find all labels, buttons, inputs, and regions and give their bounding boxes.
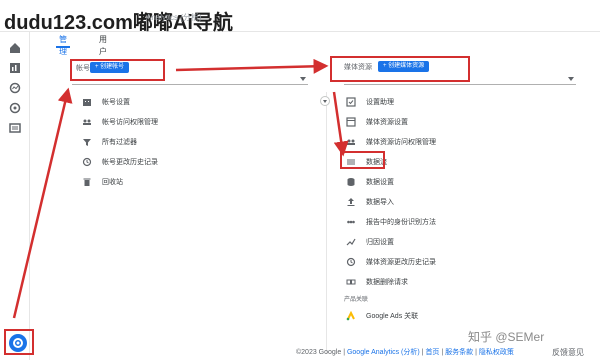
trash-item[interactable]: 回收站 [80, 172, 320, 192]
column-divider [326, 92, 327, 354]
data-settings-item[interactable]: 数据设置 [344, 172, 584, 192]
reporting-identity-label: 报告中的身份识别方法 [366, 219, 436, 226]
property-history-label: 媒体资源更改历史记录 [366, 259, 436, 266]
attribution-settings-label: 归因设置 [366, 239, 394, 246]
footer: ©2023 Google | Google Analytics (分析) | 首… [296, 349, 514, 356]
list-icon[interactable] [9, 122, 21, 134]
trash-label: 回收站 [102, 179, 123, 186]
filter-icon [80, 137, 94, 147]
property-history-item[interactable]: 媒体资源更改历史记录 [344, 252, 584, 272]
setup-assistant-label: 设置助理 [366, 99, 394, 106]
attribution-icon [344, 237, 358, 247]
reporting-identity-item[interactable]: 报告中的身份识别方法 [344, 212, 584, 232]
chevron-down-icon [300, 77, 306, 81]
left-nav-rail [0, 32, 30, 360]
arrow-to-data-streams [332, 91, 349, 157]
account-label: 帐号 [76, 65, 90, 72]
create-property-button[interactable]: + 创建媒体资源 [378, 61, 430, 72]
property-selector[interactable] [344, 75, 576, 85]
product-name-faint: Analytics (分析) [146, 13, 202, 22]
zhihu-watermark: 知乎 @SEMer [468, 330, 545, 344]
account-history-item[interactable]: 帐号更改历史记录 [80, 152, 320, 172]
account-selector[interactable] [72, 75, 308, 85]
data-import-label: 数据导入 [366, 199, 394, 206]
footer-tos-link[interactable]: 服务条款 [445, 349, 473, 356]
database-icon [344, 177, 358, 187]
setup-assistant-item[interactable]: 设置助理 [344, 92, 584, 112]
property-settings-item[interactable]: 媒体资源设置 [344, 112, 584, 132]
upload-icon [344, 197, 358, 207]
history-icon [344, 257, 358, 267]
property-access-label: 媒体资源访问权限管理 [366, 139, 436, 146]
data-import-item[interactable]: 数据导入 [344, 192, 584, 212]
account-access-item[interactable]: 帐号访问权限管理 [80, 112, 320, 132]
property-access-item[interactable]: 媒体资源访问权限管理 [344, 132, 584, 152]
trash-icon [80, 177, 94, 187]
people-icon [344, 137, 358, 147]
dd-icon [344, 277, 358, 287]
account-history-label: 帐号更改历史记录 [102, 159, 158, 166]
history-icon [80, 157, 94, 167]
ga-admin-page: dudu123.com嘟嘟Ai导航 Analytics (分析) 管理 用户 帐… [0, 0, 600, 360]
collapse-button[interactable] [320, 96, 330, 106]
property-label: 媒体资源 [344, 64, 372, 71]
google-ads-links-item[interactable]: Google Ads 关联 [344, 306, 584, 326]
top-bar: dudu123.com嘟嘟Ai导航 Analytics (分析) [0, 0, 600, 34]
all-filters-item[interactable]: 所有过滤器 [80, 132, 320, 152]
create-account-button[interactable]: + 创建帐号 [90, 62, 130, 73]
attribution-settings-item[interactable]: 归因设置 [344, 232, 584, 252]
data-settings-label: 数据设置 [366, 179, 394, 186]
property-column: 设置助理 媒体资源设置 媒体资源访问权限管理 数据流 数据设置 数据导入 报告中… [344, 92, 584, 326]
data-streams-highlight-box [340, 151, 385, 169]
checkbox-icon [344, 97, 358, 107]
reports-icon[interactable] [9, 62, 21, 74]
footer-analytics-link[interactable]: Google Analytics (分析) [347, 349, 420, 356]
advertising-icon[interactable] [9, 102, 21, 114]
home-icon[interactable] [9, 42, 21, 54]
admin-gear-icon[interactable] [9, 334, 27, 352]
chevron-down-icon [568, 77, 574, 81]
google-ads-links-label: Google Ads 关联 [366, 313, 419, 320]
property-settings-icon [344, 117, 358, 127]
product-links-heading: 产品关联 [344, 297, 369, 303]
data-deletion-item[interactable]: 数据删除请求 [344, 272, 584, 292]
tab-admin[interactable]: 管理 [56, 34, 70, 56]
identity-icon [344, 217, 358, 227]
footer-privacy-link[interactable]: 隐私权政策 [479, 349, 514, 356]
all-filters-label: 所有过滤器 [102, 139, 137, 146]
data-deletion-label: 数据删除请求 [366, 279, 408, 286]
account-settings-item[interactable]: 帐号设置 [80, 92, 320, 112]
footer-copyright: ©2023 Google [296, 349, 342, 356]
feedback-link[interactable]: 反馈意见 [552, 347, 584, 358]
people-icon [80, 117, 94, 127]
google-ads-icon [344, 311, 358, 321]
explore-icon[interactable] [9, 82, 21, 94]
arrow-to-property [175, 58, 329, 74]
footer-home-link[interactable]: 首页 [425, 349, 439, 356]
account-access-label: 帐号访问权限管理 [102, 119, 158, 126]
tab-user[interactable]: 用户 [96, 34, 110, 56]
property-settings-label: 媒体资源设置 [366, 119, 408, 126]
account-settings-label: 帐号设置 [102, 99, 130, 106]
account-column: 帐号设置 帐号访问权限管理 所有过滤器 帐号更改历史记录 回收站 [80, 92, 320, 192]
building-icon [80, 97, 94, 107]
